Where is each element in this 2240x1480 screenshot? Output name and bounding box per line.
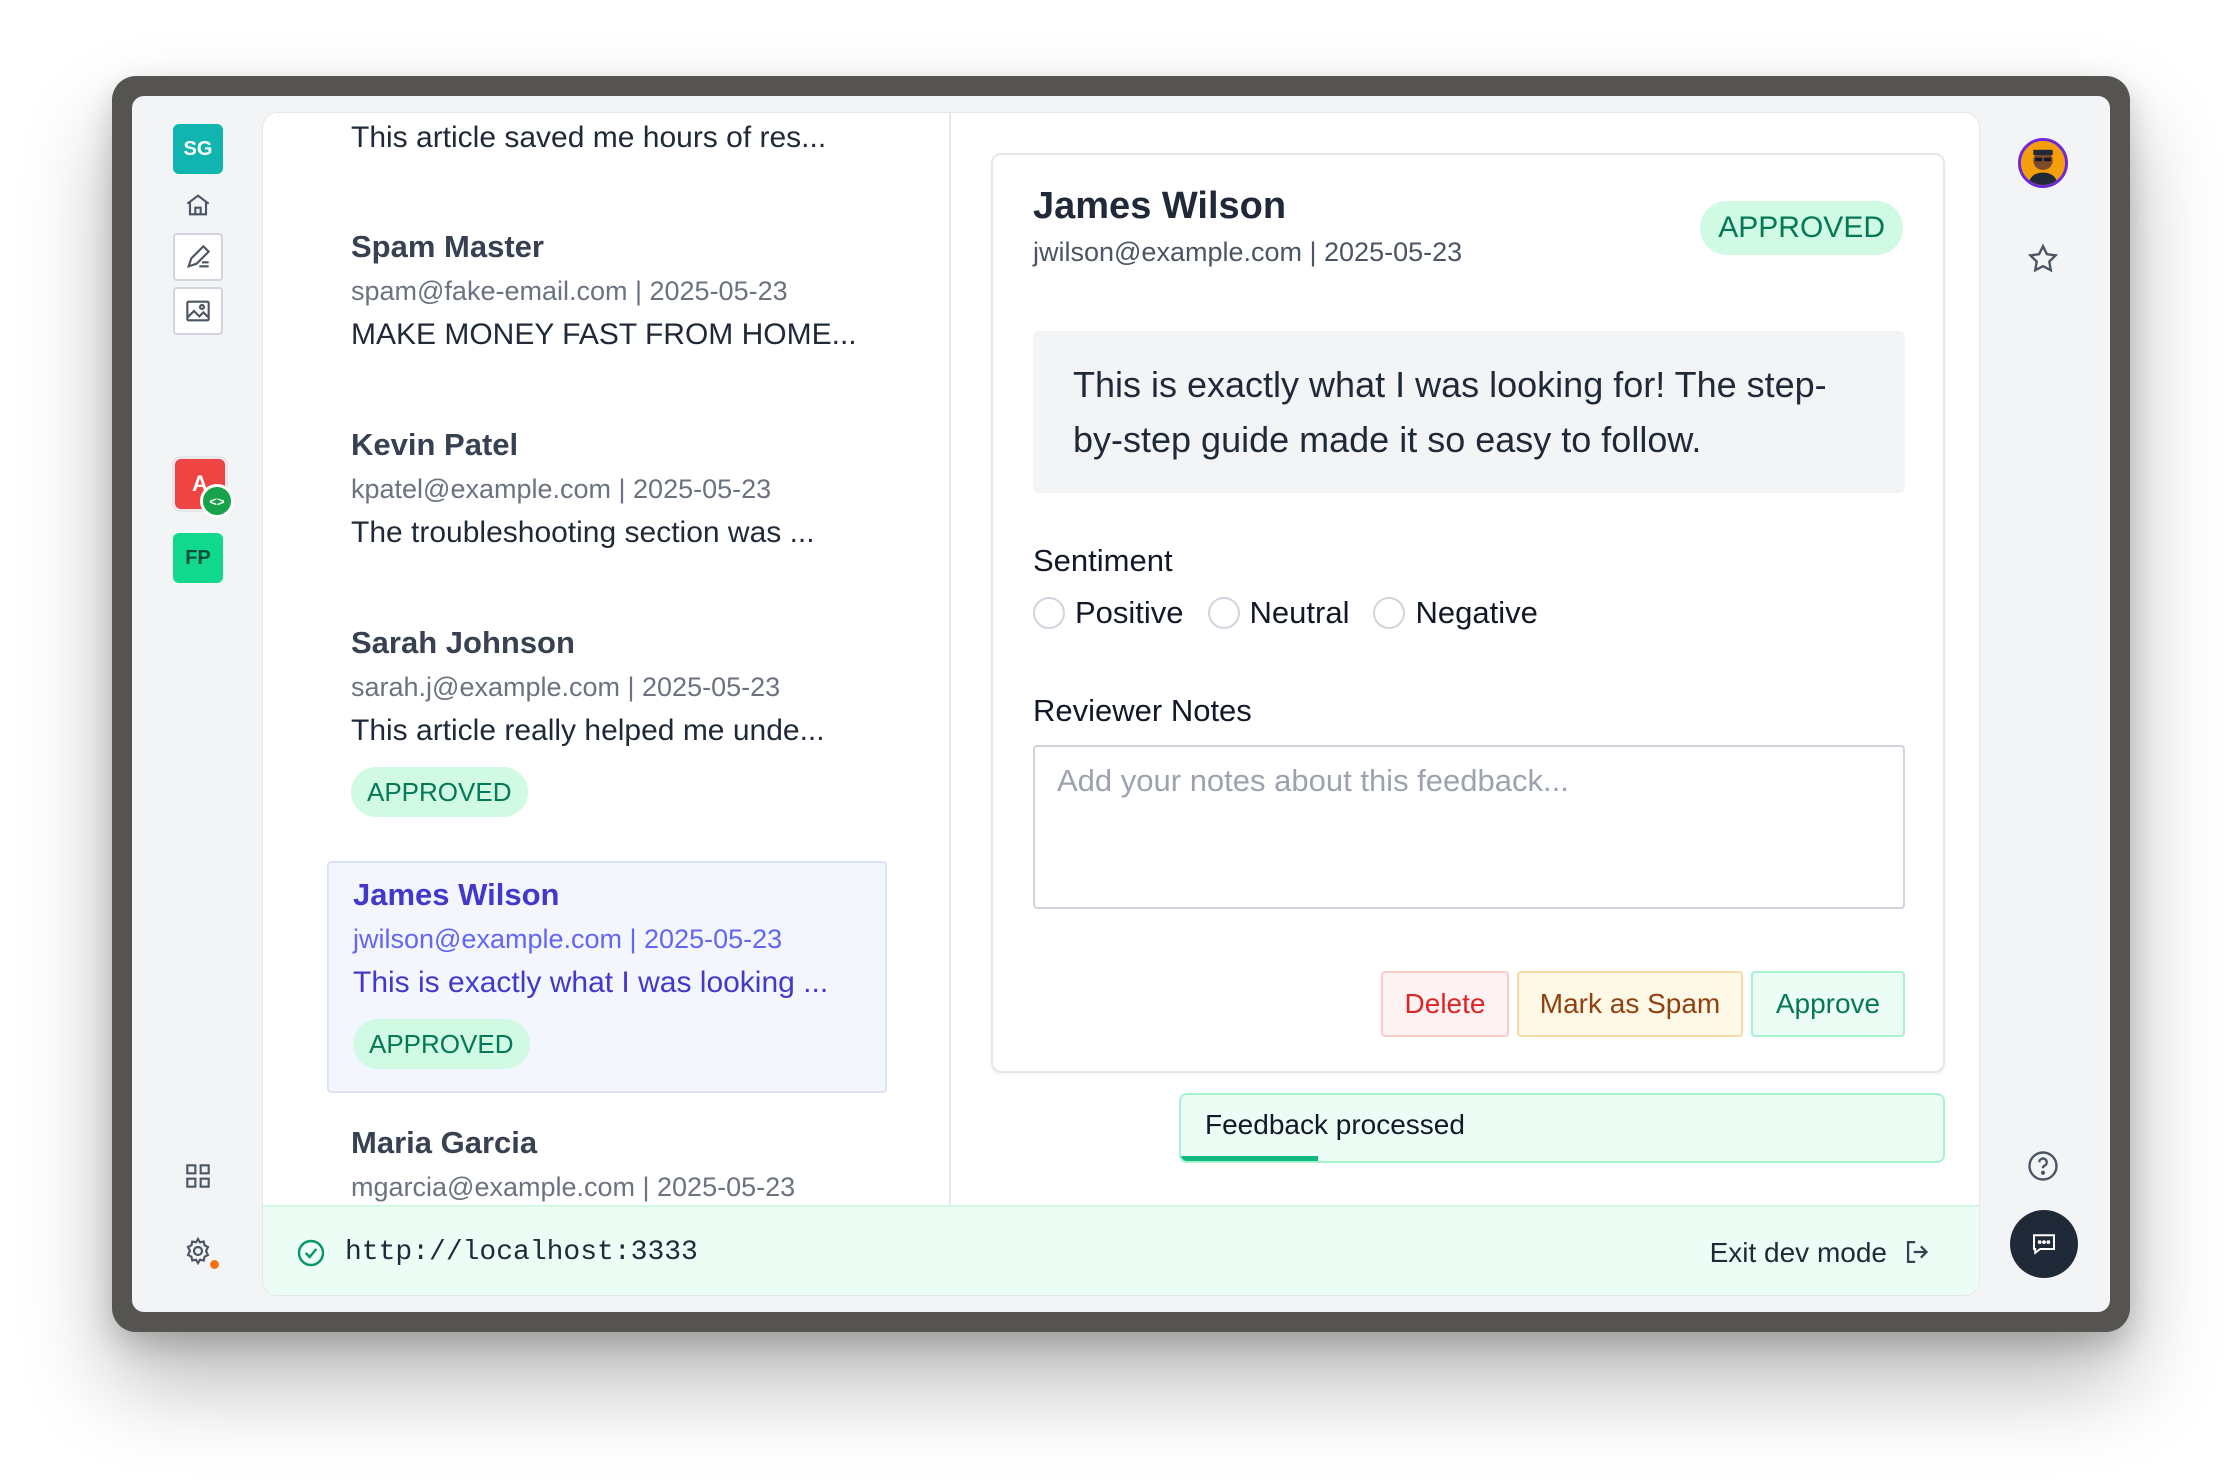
reviewer-notes-input[interactable] [1033, 745, 1905, 909]
list-item-text: This article saved me hours of res... [351, 121, 827, 154]
list-item-text: This is exactly what I was looking ... [353, 966, 829, 999]
radio-label: Neutral [1249, 595, 1350, 630]
list-item[interactable]: Spam Master spam@fake-email.com | 2025-0… [327, 225, 887, 357]
list-item-meta: jwilson@example.com | 2025-05-23 [353, 924, 783, 954]
settings-notification-dot [210, 1260, 219, 1269]
sentiment-radio-group: Positive Neutral Negative [1033, 595, 1538, 631]
app-window: SG A <> FP This article saved me hours o… [132, 96, 2110, 1312]
home-icon[interactable] [173, 180, 223, 230]
chat-button[interactable] [2010, 1210, 2078, 1278]
sentiment-neutral-radio[interactable]: Neutral [1207, 595, 1350, 631]
edit-icon[interactable] [173, 233, 223, 281]
toast-message: Feedback processed [1205, 1109, 1465, 1140]
workspace-badge-fp[interactable]: FP [173, 533, 223, 583]
list-item-meta: kpatel@example.com | 2025-05-23 [351, 474, 772, 504]
feedback-quote: This is exactly what I was looking for! … [1033, 331, 1905, 493]
list-item-text: The troubleshooting section was ... [351, 516, 815, 549]
toast-notification: Feedback processed [1179, 1093, 1945, 1163]
workspace-badge-sg[interactable]: SG [173, 124, 223, 174]
star-icon[interactable] [2025, 241, 2061, 277]
list-item[interactable]: Sarah Johnson sarah.j@example.com | 2025… [327, 621, 887, 817]
sentiment-negative-radio[interactable]: Negative [1373, 595, 1538, 631]
status-badge: APPROVED [351, 767, 528, 817]
status-badge: APPROVED [353, 1019, 530, 1069]
radio-circle[interactable] [1207, 597, 1240, 629]
dev-server-url[interactable]: http://localhost:3333 [345, 1237, 698, 1268]
list-item-meta: sarah.j@example.com | 2025-05-23 [351, 672, 781, 702]
app-a-dev-icon[interactable]: A <> [172, 456, 234, 518]
list-item-name: James Wilson [353, 877, 560, 912]
exit-icon[interactable] [1901, 1235, 1935, 1269]
radio-circle[interactable] [1033, 597, 1065, 629]
list-item-name: Maria Garcia [351, 1125, 538, 1160]
feedback-list: This article saved me hours of res... Sp… [263, 113, 951, 1205]
list-item-name: Spam Master [351, 229, 544, 264]
reviewer-notes-label: Reviewer Notes [1033, 693, 1252, 728]
detail-meta: jwilson@example.com | 2025-05-23 [1033, 237, 1463, 267]
sentiment-positive-radio[interactable]: Positive [1033, 595, 1184, 631]
radio-label: Negative [1415, 595, 1538, 630]
apps-grid-icon[interactable] [173, 1151, 223, 1201]
approve-button[interactable]: Approve [1751, 971, 1905, 1037]
list-item-meta: spam@fake-email.com | 2025-05-23 [351, 276, 788, 306]
dev-mode-bar: http://localhost:3333 Exit dev mode [263, 1205, 1979, 1295]
list-item-text: MAKE MONEY FAST FROM HOME... [351, 318, 857, 351]
list-item-text: This article really helped me unde... [351, 714, 825, 747]
help-icon[interactable] [2025, 1148, 2061, 1184]
toast-progress-bar [1181, 1156, 1319, 1161]
list-item-name: Sarah Johnson [351, 625, 575, 660]
feedback-detail-card: James Wilson jwilson@example.com | 2025-… [991, 153, 1945, 1073]
sentiment-label: Sentiment [1033, 543, 1173, 578]
detail-status-badge: APPROVED [1700, 201, 1903, 255]
list-item-meta: mgarcia@example.com | 2025-05-23 [351, 1172, 796, 1202]
list-item[interactable]: This article saved me hours of res... [327, 113, 887, 163]
code-icon: <> [200, 484, 234, 518]
image-icon[interactable] [173, 287, 223, 335]
list-item-name: Kevin Patel [351, 427, 519, 462]
user-avatar[interactable] [2018, 138, 2068, 188]
detail-author-name: James Wilson [1033, 185, 1287, 227]
exit-dev-mode-button[interactable]: Exit dev mode [1710, 1237, 1887, 1269]
mark-as-spam-button[interactable]: Mark as Spam [1517, 971, 1743, 1037]
main-panel: This article saved me hours of res... Sp… [262, 112, 1980, 1296]
check-circle-icon [297, 1239, 325, 1267]
radio-label: Positive [1075, 595, 1184, 630]
delete-button[interactable]: Delete [1381, 971, 1509, 1037]
list-item[interactable]: Kevin Patel kpatel@example.com | 2025-05… [327, 423, 887, 555]
chat-icon [2033, 1234, 2055, 1255]
list-item-selected[interactable]: James Wilson jwilson@example.com | 2025-… [327, 861, 887, 1093]
left-rail: SG A <> FP [132, 96, 262, 1312]
list-item[interactable]: Maria Garcia mgarcia@example.com | 2025-… [327, 1121, 887, 1205]
radio-circle[interactable] [1373, 597, 1406, 629]
